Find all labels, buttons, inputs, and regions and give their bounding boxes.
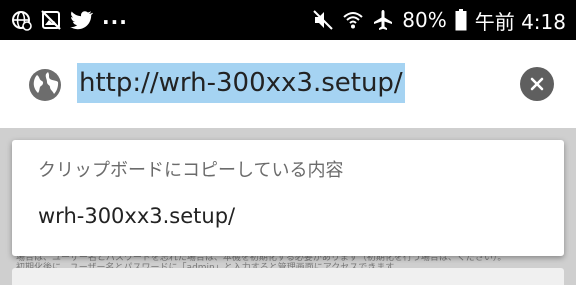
system-status-icons: 80% 午前 4:18 [312,6,566,34]
clipboard-suggestion[interactable]: クリップボードにコピーしている内容 wrh-300xx3.setup/ [12,140,564,256]
no-images-icon [40,9,62,31]
close-icon [530,77,544,91]
mute-icon [312,9,334,31]
clipboard-content[interactable]: wrh-300xx3.setup/ [38,204,235,228]
battery-icon [455,9,467,31]
url-input[interactable]: http://wrh-300xx3.setup/ [77,63,405,103]
notification-icons: ... [10,5,128,32]
background-card [12,268,564,285]
clock: 午前 4:18 [474,9,566,34]
battery-percent: 80% [402,8,447,32]
globe-icon [28,68,62,102]
more-notifications-indicator: ... [102,5,128,29]
wifi-icon [342,9,364,31]
clear-url-button[interactable] [520,67,554,101]
url-bar: http://wrh-300xx3.setup/ [0,40,576,128]
status-bar: ... 80% 午前 4:18 [0,0,576,40]
twitter-icon [70,9,94,31]
airplane-icon [372,9,394,31]
clipboard-heading: クリップボードにコピーしている内容 [38,160,344,181]
browser-icon [10,9,32,31]
